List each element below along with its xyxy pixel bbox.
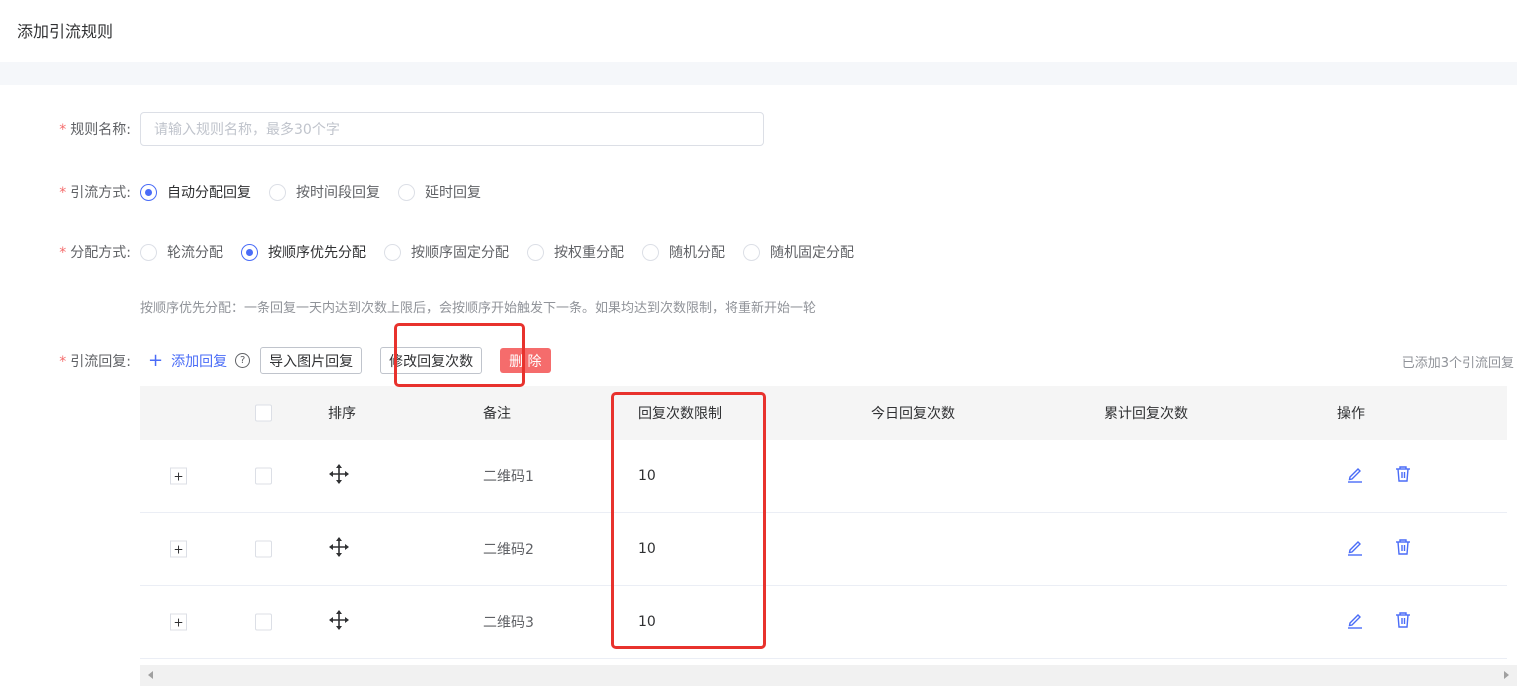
row-checkbox[interactable] — [255, 467, 272, 485]
edit-icon[interactable] — [1346, 611, 1364, 633]
header-note: 备注 — [483, 406, 511, 422]
scroll-left-icon[interactable] — [148, 671, 153, 679]
rule-name-input[interactable]: 请输入规则名称，最多30个字 — [140, 112, 764, 146]
reply-count-text: 已添加3个引流回复 — [1401, 356, 1514, 371]
divider-band — [0, 62, 1517, 85]
row-checkbox[interactable] — [255, 540, 272, 558]
allocation-radio-group: 轮流分配 按顺序优先分配 按顺序固定分配 按权重分配 随机分配 随机固定分配 — [140, 242, 872, 262]
help-icon[interactable]: ? — [235, 353, 251, 368]
plus-icon: + — [148, 349, 164, 371]
allocation-radio-sequential-fixed[interactable]: 按顺序固定分配 — [384, 242, 509, 262]
method-radio-group: 自动分配回复 按时间段回复 延时回复 — [140, 182, 499, 202]
row-checkbox[interactable] — [255, 613, 272, 631]
method-radio-time[interactable]: 按时间段回复 — [269, 182, 380, 202]
allocation-radio-round-robin[interactable]: 轮流分配 — [140, 242, 223, 262]
edit-icon[interactable] — [1346, 538, 1364, 560]
method-radio-delay[interactable]: 延时回复 — [398, 182, 481, 202]
allocation-radio-weight[interactable]: 按权重分配 — [527, 242, 624, 262]
scroll-right-icon[interactable] — [1504, 671, 1509, 679]
radio-icon — [642, 243, 659, 261]
import-image-reply-button[interactable]: 导入图片回复 — [260, 347, 363, 374]
radio-icon — [743, 243, 760, 261]
horizontal-scrollbar[interactable] — [140, 665, 1517, 686]
rule-name-row: * 规则名称: 请输入规则名称，最多30个字 — [0, 112, 764, 146]
add-reply-button[interactable]: + 添加回复 — [148, 351, 227, 371]
allocation-row: * 分配方式: 轮流分配 按顺序优先分配 按顺序固定分配 按权重分配 随机分配 随… — [0, 242, 872, 262]
allocation-hint: 按顺序优先分配：一条回复一天内达到次数上限后，会按顺序开始触发下一条。如果均达到… — [140, 301, 817, 316]
row-note: 二维码1 — [483, 469, 534, 485]
row-note: 二维码3 — [483, 615, 534, 631]
select-all-checkbox[interactable] — [255, 404, 272, 422]
table-row: + 二维码2 10 — [140, 513, 1507, 586]
table-row: + 二维码3 10 — [140, 586, 1507, 659]
drag-handle-icon[interactable] — [328, 463, 350, 489]
method-radio-auto[interactable]: 自动分配回复 — [140, 182, 251, 202]
radio-icon — [398, 183, 415, 201]
allocation-label: * 分配方式: — [59, 245, 131, 261]
allocation-radio-sequential-priority[interactable]: 按顺序优先分配 — [241, 242, 366, 262]
table-header: 排序 备注 回复次数限制 今日回复次数 累计回复次数 操作 — [140, 386, 1507, 440]
radio-icon — [527, 243, 544, 261]
page-title: 添加引流规则 — [17, 22, 114, 41]
highlight-box-limit-column — [611, 392, 766, 649]
expand-row-button[interactable]: + — [170, 467, 187, 485]
radio-icon — [384, 243, 401, 261]
rule-name-label: * 规则名称: — [59, 122, 131, 138]
expand-row-button[interactable]: + — [170, 613, 187, 631]
header-sort: 排序 — [328, 406, 356, 422]
edit-icon[interactable] — [1346, 465, 1364, 487]
row-note: 二维码2 — [483, 542, 534, 558]
replies-table: 排序 备注 回复次数限制 今日回复次数 累计回复次数 操作 + 二维码1 10 — [140, 386, 1507, 659]
trash-icon[interactable] — [1394, 611, 1412, 633]
header-total: 累计回复次数 — [1104, 406, 1188, 422]
radio-icon — [140, 243, 157, 261]
allocation-radio-random[interactable]: 随机分配 — [642, 242, 725, 262]
allocation-radio-random-fixed[interactable]: 随机固定分配 — [743, 242, 854, 262]
radio-icon — [269, 183, 286, 201]
table-row: + 二维码1 10 — [140, 440, 1507, 513]
highlight-box-modify-button — [394, 323, 525, 387]
radio-checked-icon — [241, 243, 258, 261]
expand-row-button[interactable]: + — [170, 540, 187, 558]
method-row: * 引流方式: 自动分配回复 按时间段回复 延时回复 — [0, 182, 499, 202]
trash-icon[interactable] — [1394, 465, 1412, 487]
radio-checked-icon — [140, 183, 157, 201]
drag-handle-icon[interactable] — [328, 609, 350, 635]
replies-label: * 引流回复: — [59, 353, 131, 370]
trash-icon[interactable] — [1394, 538, 1412, 560]
header-today: 今日回复次数 — [871, 406, 955, 422]
drag-handle-icon[interactable] — [328, 536, 350, 562]
header-ops: 操作 — [1337, 406, 1365, 422]
method-label: * 引流方式: — [59, 185, 131, 201]
